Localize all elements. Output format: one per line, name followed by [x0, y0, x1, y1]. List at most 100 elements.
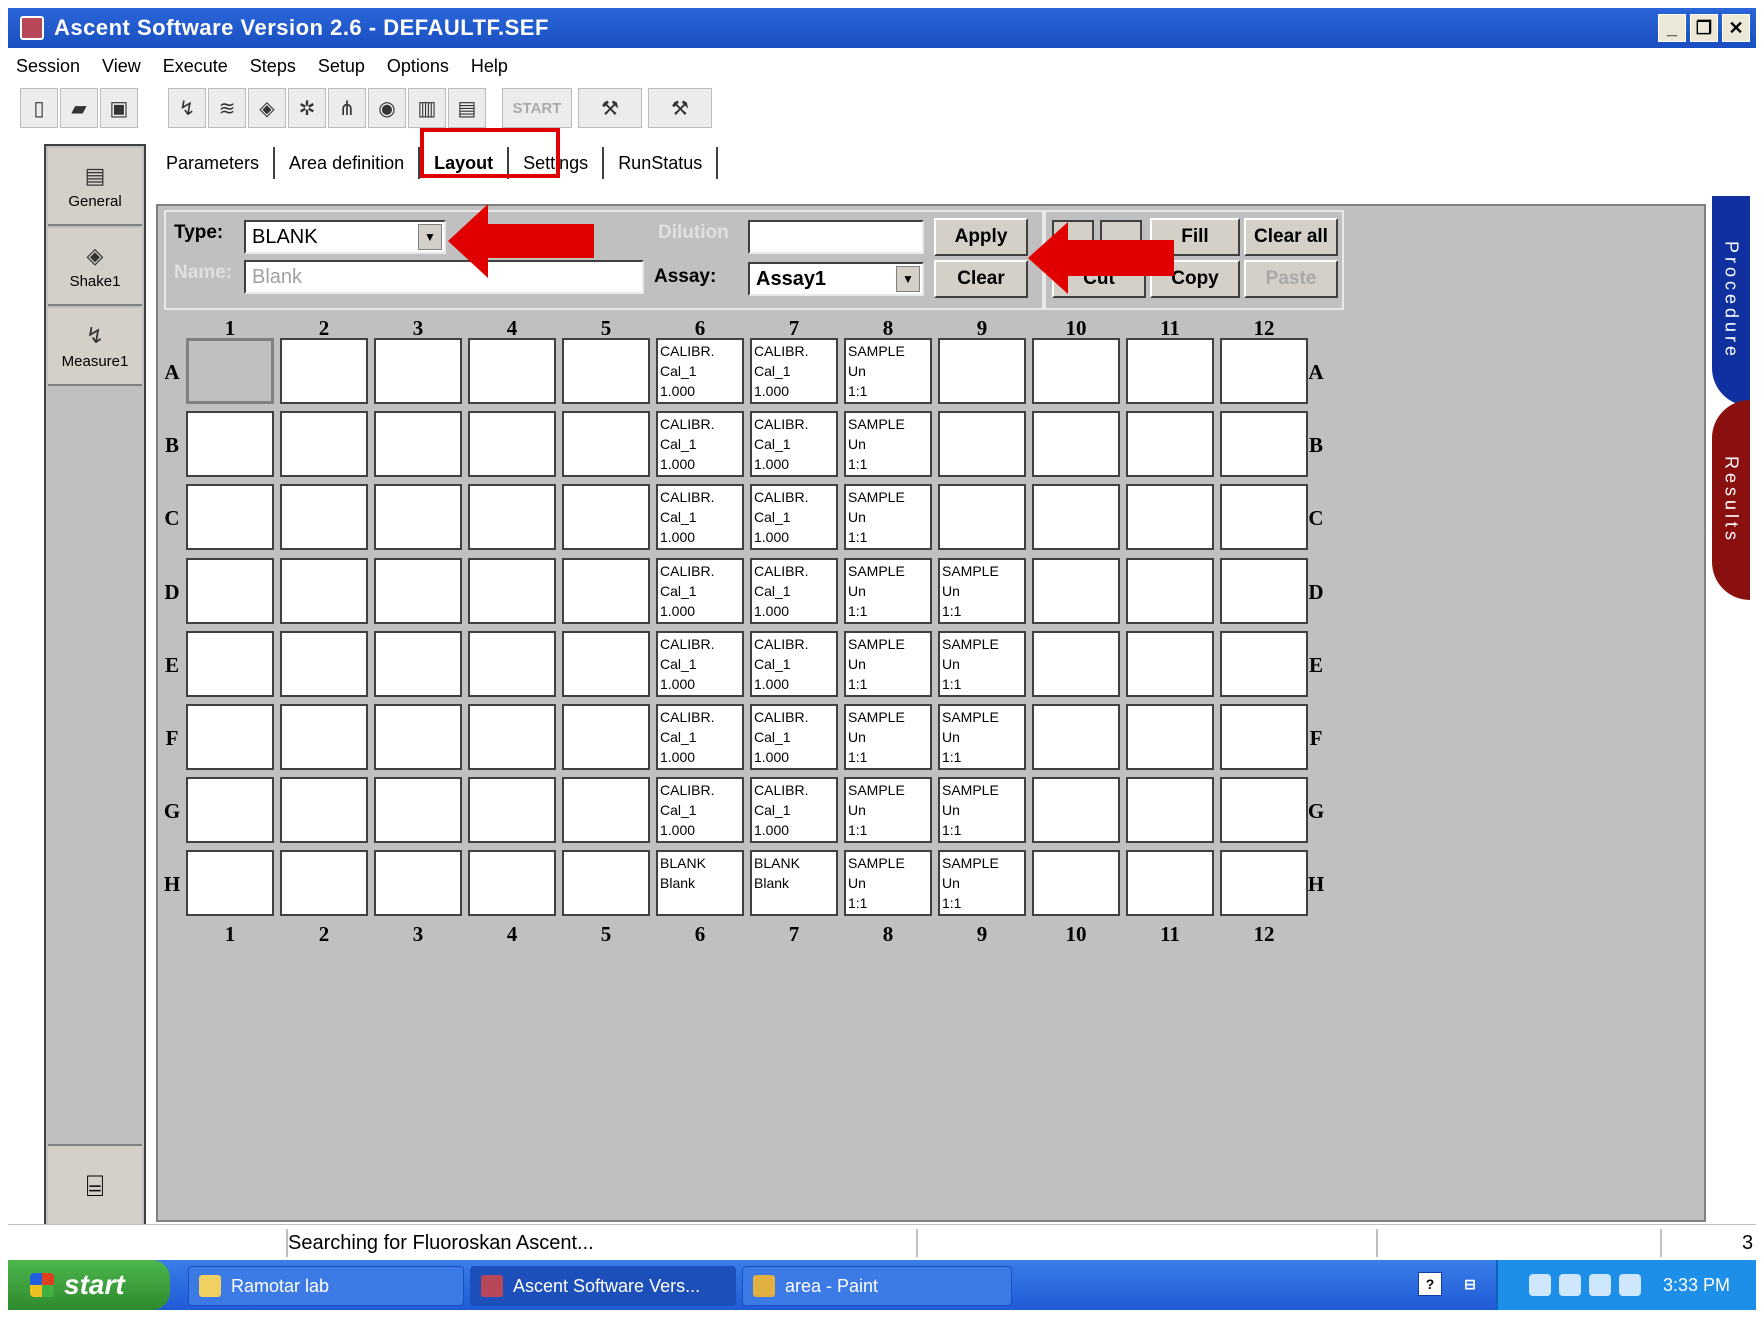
- column-number-bottom[interactable]: 6: [656, 922, 744, 947]
- row-label-left[interactable]: E: [160, 653, 184, 678]
- procedure-side-tab[interactable]: Procedure: [1712, 196, 1750, 406]
- well-G7[interactable]: CALIBR. Cal_1 1.000: [750, 777, 838, 844]
- menu-execute[interactable]: Execute: [163, 56, 228, 77]
- plate-icon[interactable]: ▥: [408, 88, 446, 128]
- paste-button[interactable]: Paste: [1244, 260, 1338, 298]
- well-A2[interactable]: [280, 338, 368, 404]
- well-B5[interactable]: [562, 411, 650, 478]
- well-E11[interactable]: [1126, 630, 1214, 697]
- well-E4[interactable]: [468, 630, 556, 697]
- well-A11[interactable]: [1126, 338, 1214, 404]
- column-number-bottom[interactable]: 8: [844, 922, 932, 947]
- well-E12[interactable]: [1220, 630, 1308, 697]
- well-E10[interactable]: [1032, 630, 1120, 697]
- row-label-left[interactable]: H: [160, 872, 184, 897]
- well-E7[interactable]: CALIBR. Cal_1 1.000: [750, 630, 838, 697]
- restore-button[interactable]: ❐: [1690, 14, 1718, 42]
- well-C11[interactable]: [1126, 484, 1214, 551]
- row-label-left[interactable]: F: [160, 726, 184, 751]
- taskbar-item-paint[interactable]: area - Paint: [742, 1266, 1012, 1306]
- well-E6[interactable]: CALIBR. Cal_1 1.000: [656, 630, 744, 697]
- well-H7[interactable]: BLANK Blank: [750, 850, 838, 917]
- volume-icon[interactable]: [1528, 1274, 1551, 1296]
- taskbar-item-ramotar-lab[interactable]: Ramotar lab: [188, 1266, 464, 1306]
- well-B10[interactable]: [1032, 411, 1120, 478]
- minimize-button[interactable]: _: [1658, 14, 1686, 42]
- well-B7[interactable]: CALIBR. Cal_1 1.000: [750, 411, 838, 478]
- column-number-bottom[interactable]: 5: [562, 922, 650, 947]
- well-A6[interactable]: CALIBR. Cal_1 1.000: [656, 338, 744, 404]
- well-D12[interactable]: [1220, 557, 1308, 624]
- well-A7[interactable]: CALIBR. Cal_1 1.000: [750, 338, 838, 404]
- well-C1[interactable]: [186, 484, 274, 551]
- well-A10[interactable]: [1032, 338, 1120, 404]
- well-H1[interactable]: [186, 850, 274, 917]
- well-G12[interactable]: [1220, 777, 1308, 844]
- well-H5[interactable]: [562, 850, 650, 917]
- connection-icon[interactable]: [1588, 1274, 1611, 1296]
- taskbar-item-ascent[interactable]: Ascent Software Vers...: [470, 1266, 736, 1306]
- row-label-left[interactable]: G: [160, 799, 184, 824]
- well-D8[interactable]: SAMPLE Un 1:1: [844, 557, 932, 624]
- well-H12[interactable]: [1220, 850, 1308, 917]
- well-D3[interactable]: [374, 557, 462, 624]
- well-F12[interactable]: [1220, 704, 1308, 770]
- menu-options[interactable]: Options: [387, 56, 449, 77]
- well-E1[interactable]: [186, 630, 274, 697]
- run-tool-icon[interactable]: ⚒: [578, 88, 642, 128]
- incubate-step-icon[interactable]: ◉: [368, 88, 406, 128]
- well-F11[interactable]: [1126, 704, 1214, 770]
- column-number-bottom[interactable]: 11: [1126, 922, 1214, 947]
- row-label-left[interactable]: A: [160, 360, 184, 385]
- well-A5[interactable]: [562, 338, 650, 404]
- network-icon[interactable]: [1558, 1274, 1581, 1296]
- well-G9[interactable]: SAMPLE Un 1:1: [938, 777, 1026, 844]
- well-B1[interactable]: [186, 411, 274, 478]
- well-F6[interactable]: CALIBR. Cal_1 1.000: [656, 704, 744, 770]
- app-icon[interactable]: [20, 16, 44, 40]
- well-F10[interactable]: [1032, 704, 1120, 770]
- column-number-bottom[interactable]: 3: [374, 922, 462, 947]
- column-number-bottom[interactable]: 7: [750, 922, 838, 947]
- row-label-left[interactable]: D: [160, 580, 184, 605]
- well-D11[interactable]: [1126, 557, 1214, 624]
- stop-tool-icon[interactable]: ⚒: [648, 88, 712, 128]
- results-side-tab[interactable]: Results: [1712, 400, 1750, 600]
- well-C12[interactable]: [1220, 484, 1308, 551]
- column-number-bottom[interactable]: 9: [938, 922, 1026, 947]
- well-F8[interactable]: SAMPLE Un 1:1: [844, 704, 932, 770]
- well-H4[interactable]: [468, 850, 556, 917]
- well-E2[interactable]: [280, 630, 368, 697]
- restore-windows-icon[interactable]: ⊟: [1458, 1272, 1482, 1296]
- well-C8[interactable]: SAMPLE Un 1:1: [844, 484, 932, 551]
- column-number-bottom[interactable]: 10: [1032, 922, 1120, 947]
- well-F5[interactable]: [562, 704, 650, 770]
- well-H11[interactable]: [1126, 850, 1214, 917]
- well-B2[interactable]: [280, 411, 368, 478]
- well-B3[interactable]: [374, 411, 462, 478]
- menu-steps[interactable]: Steps: [250, 56, 296, 77]
- well-D9[interactable]: SAMPLE Un 1:1: [938, 557, 1026, 624]
- well-B6[interactable]: CALIBR. Cal_1 1.000: [656, 411, 744, 478]
- row-label-left[interactable]: B: [160, 433, 184, 458]
- well-G1[interactable]: [186, 777, 274, 844]
- well-G11[interactable]: [1126, 777, 1214, 844]
- well-C5[interactable]: [562, 484, 650, 551]
- well-A4[interactable]: [468, 338, 556, 404]
- well-E5[interactable]: [562, 630, 650, 697]
- well-D7[interactable]: CALIBR. Cal_1 1.000: [750, 557, 838, 624]
- type-dropdown[interactable]: BLANK ▼: [244, 220, 446, 254]
- well-H10[interactable]: [1032, 850, 1120, 917]
- step-measure1[interactable]: ↯ Measure1: [48, 308, 142, 386]
- new-file-icon[interactable]: ▯: [20, 88, 58, 128]
- well-E9[interactable]: SAMPLE Un 1:1: [938, 630, 1026, 697]
- chevron-down-icon[interactable]: ▼: [418, 224, 442, 250]
- column-number-bottom[interactable]: 1: [186, 922, 274, 947]
- well-F1[interactable]: [186, 704, 274, 770]
- well-A3[interactable]: [374, 338, 462, 404]
- well-D2[interactable]: [280, 557, 368, 624]
- well-H2[interactable]: [280, 850, 368, 917]
- well-B4[interactable]: [468, 411, 556, 478]
- well-B9[interactable]: [938, 411, 1026, 478]
- clear-button[interactable]: Clear: [934, 260, 1028, 298]
